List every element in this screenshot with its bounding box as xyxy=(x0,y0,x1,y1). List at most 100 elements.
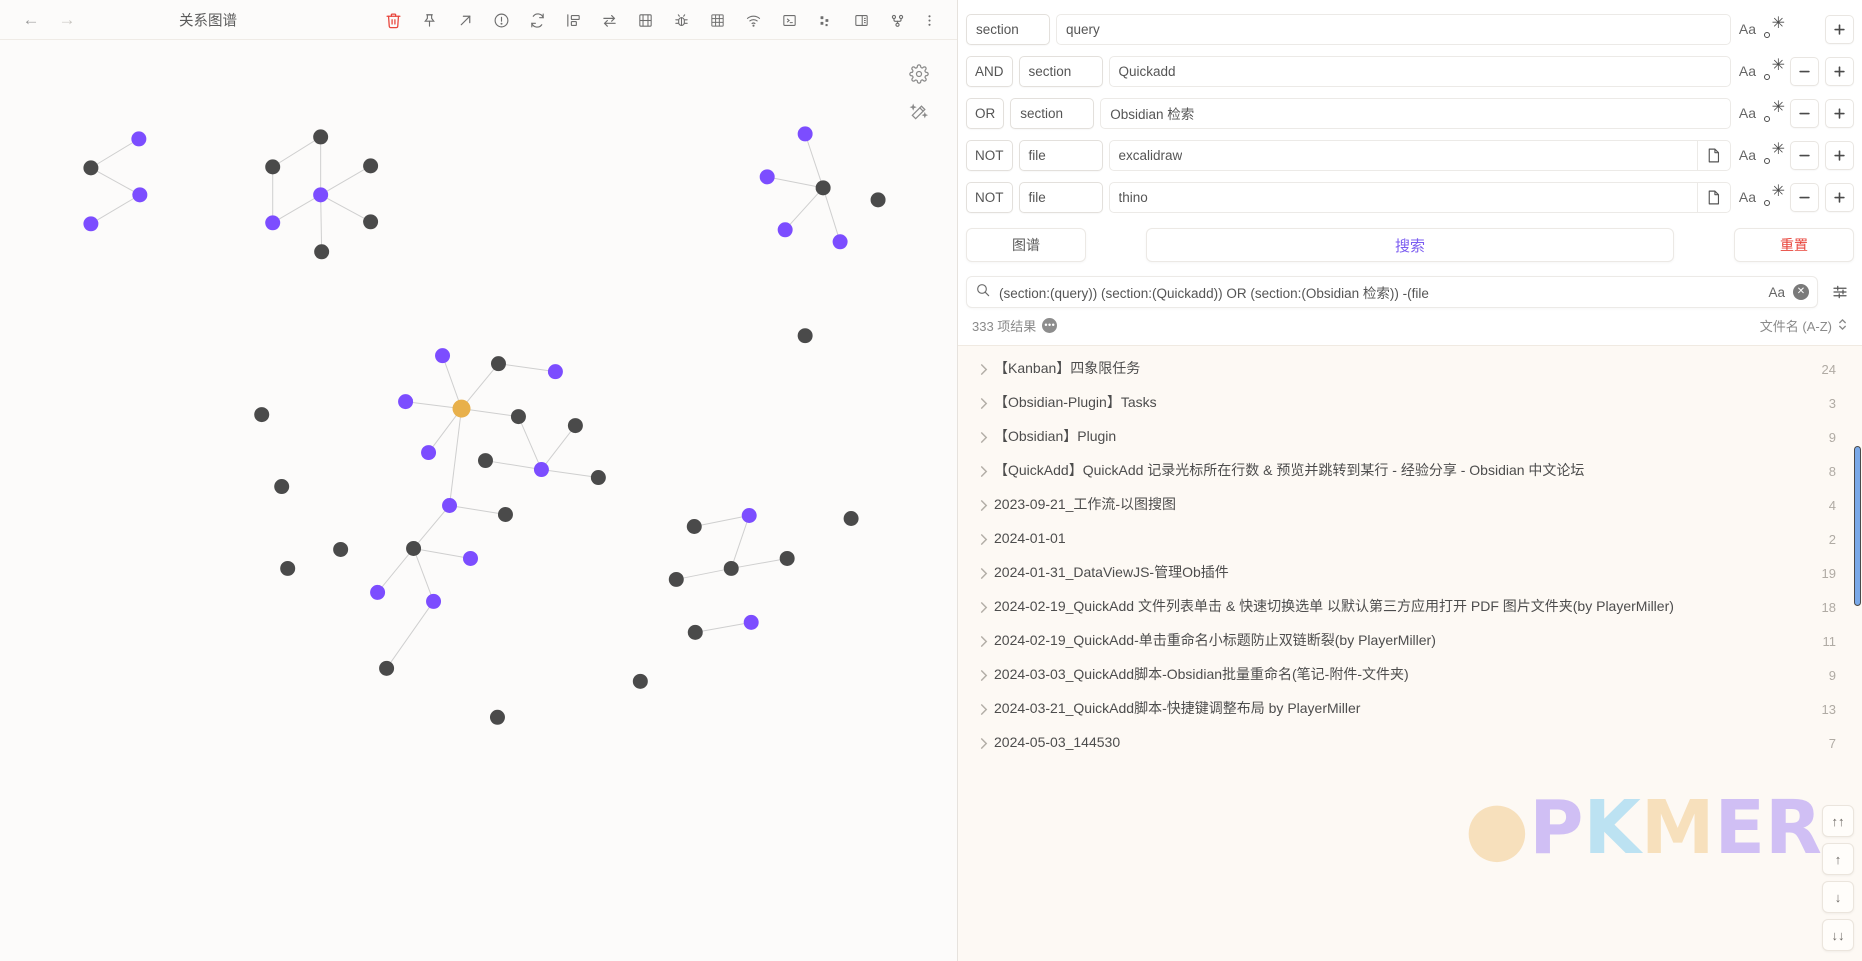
graph-node[interactable] xyxy=(568,418,583,433)
graph-node[interactable] xyxy=(724,561,739,576)
add-row-button[interactable] xyxy=(1825,57,1854,86)
graph-node[interactable] xyxy=(463,551,478,566)
scroll-bottom-button[interactable]: ↓↓ xyxy=(1822,919,1854,951)
wildcard-icon[interactable]: ✳ xyxy=(1764,187,1784,207)
dots-grid-icon[interactable] xyxy=(807,3,843,37)
chevron-right-icon[interactable] xyxy=(972,737,994,750)
graph-node[interactable] xyxy=(132,187,147,202)
graph-node[interactable] xyxy=(511,409,526,424)
graph-node[interactable] xyxy=(265,159,280,174)
match-case-toggle[interactable]: Aa xyxy=(1737,147,1758,163)
graph-node[interactable] xyxy=(442,498,457,513)
graph-node[interactable] xyxy=(669,572,684,587)
graph-node[interactable] xyxy=(265,215,280,230)
graph-node[interactable] xyxy=(426,594,441,609)
query-field-select[interactable]: file xyxy=(1019,140,1103,171)
split-panel-icon[interactable] xyxy=(843,3,879,37)
graph-node[interactable] xyxy=(421,445,436,460)
query-field-select[interactable]: file xyxy=(1019,182,1103,213)
git-branch-icon[interactable] xyxy=(879,3,915,37)
query-value-input[interactable]: Quickadd xyxy=(1109,56,1731,87)
graph-node[interactable] xyxy=(833,234,848,249)
graph-node[interactable] xyxy=(591,470,606,485)
results-scrollbar[interactable] xyxy=(1854,446,1861,606)
graph-node[interactable] xyxy=(406,541,421,556)
chevron-right-icon[interactable] xyxy=(972,465,994,478)
query-value-input[interactable]: Obsidian 检索 xyxy=(1100,98,1731,129)
graph-node[interactable] xyxy=(453,400,471,418)
back-button[interactable]: ← xyxy=(18,7,44,33)
match-case-toggle[interactable]: Aa xyxy=(1768,285,1785,300)
graph-node[interactable] xyxy=(379,661,394,676)
graph-node[interactable] xyxy=(398,394,413,409)
reset-button[interactable]: 重置 xyxy=(1734,228,1854,262)
open-external-icon[interactable] xyxy=(447,3,483,37)
wildcard-icon[interactable]: ✳ xyxy=(1764,61,1784,81)
more-options-icon[interactable]: ••• xyxy=(1042,318,1057,333)
graph-node[interactable] xyxy=(254,407,269,422)
result-item[interactable]: 2024-01-31_DataViewJS-管理Ob插件19 xyxy=(958,556,1862,590)
match-case-toggle[interactable]: Aa xyxy=(1737,189,1758,205)
graph-node[interactable] xyxy=(83,216,98,231)
query-field-select[interactable]: section xyxy=(1019,56,1103,87)
graph-node[interactable] xyxy=(280,561,295,576)
query-operator-select[interactable]: NOT xyxy=(966,140,1013,171)
chevron-right-icon[interactable] xyxy=(972,533,994,546)
chevron-right-icon[interactable] xyxy=(972,703,994,716)
remove-row-button[interactable] xyxy=(1790,183,1819,212)
forward-button[interactable]: → xyxy=(54,7,80,33)
refresh-icon[interactable] xyxy=(519,3,555,37)
graph-node[interactable] xyxy=(687,519,702,534)
match-case-toggle[interactable]: Aa xyxy=(1737,63,1758,79)
wildcard-icon[interactable]: ✳ xyxy=(1764,145,1784,165)
chevron-right-icon[interactable] xyxy=(972,363,994,376)
alert-circle-icon[interactable] xyxy=(483,3,519,37)
query-operator-select[interactable]: NOT xyxy=(966,182,1013,213)
trash-icon[interactable] xyxy=(375,3,411,37)
graph-node[interactable] xyxy=(816,180,831,195)
chevron-right-icon[interactable] xyxy=(972,431,994,444)
graph-node[interactable] xyxy=(313,129,328,144)
graph-node[interactable] xyxy=(131,131,146,146)
graph-node[interactable] xyxy=(742,508,757,523)
match-case-toggle[interactable]: Aa xyxy=(1737,105,1758,121)
scroll-top-button[interactable]: ↑↑ xyxy=(1822,805,1854,837)
result-item[interactable]: 【Obsidian-Plugin】Tasks3 xyxy=(958,386,1862,420)
wifi-icon[interactable] xyxy=(735,3,771,37)
result-item[interactable]: 【Kanban】四象限任务24 xyxy=(958,352,1862,386)
add-row-button[interactable] xyxy=(1825,15,1854,44)
graph-node[interactable] xyxy=(370,585,385,600)
chevron-right-icon[interactable] xyxy=(972,499,994,512)
bug-icon[interactable] xyxy=(663,3,699,37)
search-results-list[interactable]: 【Kanban】四象限任务24【Obsidian-Plugin】Tasks3【O… xyxy=(958,345,1862,961)
wildcard-icon[interactable]: ✳ xyxy=(1764,103,1784,123)
result-item[interactable]: 2024-05-03_1445307 xyxy=(958,726,1862,760)
graph-button[interactable]: 图谱 xyxy=(966,228,1086,262)
graph-node[interactable] xyxy=(778,222,793,237)
query-value-input[interactable]: thino xyxy=(1109,182,1731,213)
knowledge-graph-canvas[interactable] xyxy=(0,40,957,960)
graph-node[interactable] xyxy=(83,160,98,175)
pin-icon[interactable] xyxy=(411,3,447,37)
graph-node[interactable] xyxy=(363,158,378,173)
result-item[interactable]: 2023-09-21_工作流-以图搜图4 xyxy=(958,488,1862,522)
remove-row-button[interactable] xyxy=(1790,57,1819,86)
chevron-right-icon[interactable] xyxy=(972,669,994,682)
graph-node[interactable] xyxy=(534,462,549,477)
graph-node[interactable] xyxy=(491,356,506,371)
sort-control[interactable]: 文件名 (A-Z) xyxy=(1760,316,1848,335)
result-item[interactable]: 2024-01-012 xyxy=(958,522,1862,556)
graph-node[interactable] xyxy=(333,542,348,557)
file-picker-icon[interactable] xyxy=(1697,141,1730,170)
add-row-button[interactable] xyxy=(1825,99,1854,128)
graph-node[interactable] xyxy=(548,364,563,379)
graph-node[interactable] xyxy=(760,169,775,184)
wildcard-icon[interactable]: ✳ xyxy=(1764,19,1784,39)
query-operator-select[interactable]: AND xyxy=(966,56,1013,87)
filter-settings-icon[interactable] xyxy=(1826,283,1854,301)
match-case-toggle[interactable]: Aa xyxy=(1737,21,1758,37)
graph-node[interactable] xyxy=(363,214,378,229)
graph-nodes[interactable] xyxy=(83,126,885,724)
graph-node[interactable] xyxy=(633,674,648,689)
graph-node[interactable] xyxy=(274,479,289,494)
